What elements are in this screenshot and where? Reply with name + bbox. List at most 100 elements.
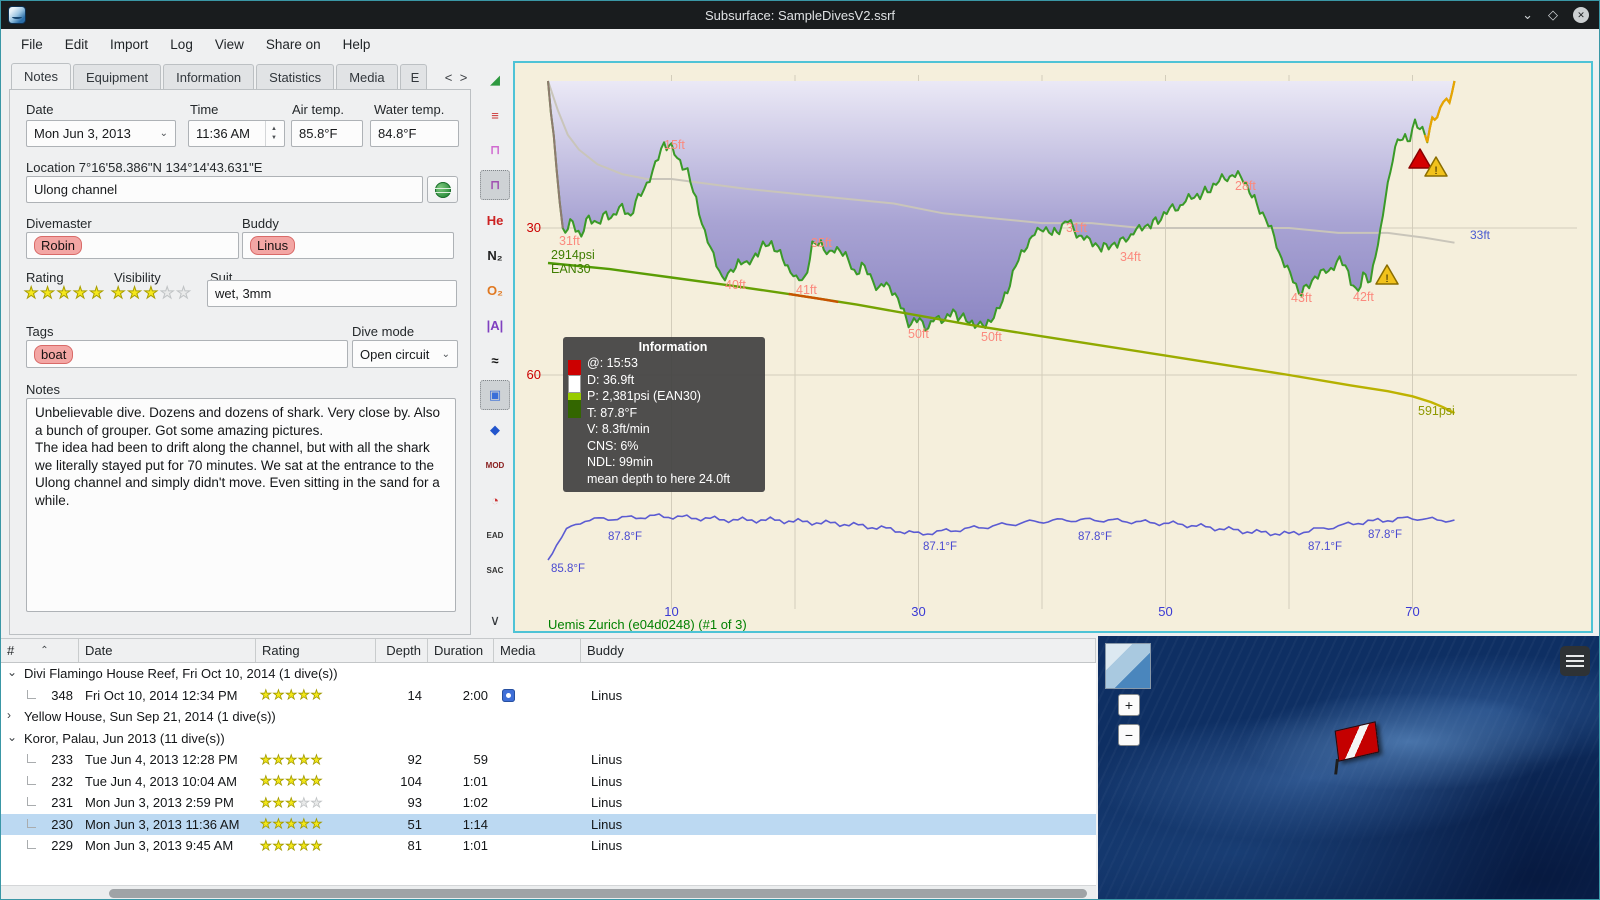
nitrogen-graph-icon[interactable]: N₂ — [480, 240, 510, 270]
dc-ceiling-icon[interactable]: ⊓ — [480, 135, 510, 165]
notes-textarea[interactable]: Unbelievable dive. Dozens and dozens of … — [26, 398, 456, 612]
scrollbar-thumb[interactable] — [109, 889, 1087, 898]
column-header-media[interactable]: Media — [494, 639, 581, 662]
collapse-icon[interactable]: ⌄ — [7, 665, 17, 679]
collapse-icon[interactable]: ⌄ — [7, 730, 17, 744]
expand-icon[interactable]: › — [7, 708, 11, 722]
ead-icon[interactable]: EAD — [480, 520, 510, 550]
divemaster-tag[interactable]: Robin — [34, 236, 82, 255]
star-icon[interactable]: ★ — [40, 283, 56, 303]
tank-pressure-icon[interactable]: ≡ — [480, 100, 510, 130]
star-icon[interactable]: ★ — [127, 283, 143, 303]
date-combobox[interactable]: Mon Jun 3, 2013 ⌄ — [26, 120, 176, 147]
dive-duration: 1:01 — [462, 773, 488, 789]
rating-stars[interactable]: ★ ★ ★ ★ ★ — [23, 283, 106, 303]
horizontal-scrollbar[interactable] — [1, 885, 1096, 899]
visibility-stars[interactable]: ★ ★ ★ ★ ★ — [110, 283, 193, 303]
ndl-icon[interactable]: ◔ — [480, 485, 510, 515]
menu-file[interactable]: File — [10, 32, 54, 57]
close-button[interactable]: ✕ — [1573, 7, 1589, 23]
photos-icon[interactable]: ▣ — [480, 380, 510, 410]
media-photo-icon[interactable] — [502, 688, 515, 702]
dive-row[interactable]: 231 Mon Jun 3, 2013 2:59 PM ★★★★★ 93 1:02 Lin… — [1, 792, 1096, 814]
menu-import[interactable]: Import — [99, 32, 159, 57]
dive-list-header: # ⌃ Date Rating Depth Duration Media Buddy — [1, 639, 1096, 663]
dive-rating-stars: ★★★★★ — [260, 687, 324, 703]
star-icon[interactable]: ★ — [56, 283, 73, 303]
dive-flag-marker[interactable] — [1334, 721, 1380, 762]
svg-text:31ft: 31ft — [559, 234, 580, 248]
menu-share-on[interactable]: Share on — [255, 32, 332, 57]
star-icon[interactable]: ★ — [160, 283, 176, 303]
toolbar-scroll-down-icon[interactable]: ∨ — [490, 612, 500, 631]
ruler-icon[interactable]: ◆ — [480, 415, 510, 445]
profile-terrain-icon[interactable]: ◢ — [480, 65, 510, 95]
tags-field[interactable]: boat — [26, 340, 348, 368]
menu-log[interactable]: Log — [159, 32, 204, 57]
column-header-duration[interactable]: Duration — [428, 639, 494, 662]
dive-depth: 14 — [407, 687, 422, 703]
trip-row[interactable]: ⌄ Koror, Palau, Jun 2013 (11 dive(s)) — [1, 728, 1096, 750]
helium-graph-icon[interactable]: He — [480, 205, 510, 235]
heartrate-icon[interactable]: ≈ — [480, 345, 510, 375]
divemode-combobox[interactable]: Open circuit ⌄ — [352, 340, 458, 368]
star-icon[interactable]: ★ — [143, 283, 160, 303]
map-location-button[interactable] — [427, 176, 458, 203]
map-overview-thumbnail[interactable] — [1105, 643, 1151, 689]
spinner-arrows-icon[interactable]: ▲ ▼ — [265, 121, 277, 146]
mod-icon[interactable]: MOD — [480, 450, 510, 480]
column-header-rating[interactable]: Rating — [256, 639, 376, 662]
notes-form: Date Time Air temp. Water temp. Mon Jun … — [9, 89, 471, 635]
menu-view[interactable]: View — [204, 32, 255, 57]
column-header-depth[interactable]: Depth — [376, 639, 428, 662]
map-menu-button[interactable] — [1560, 646, 1590, 676]
sac-icon[interactable]: SAC — [480, 555, 510, 585]
column-header-num[interactable]: # ⌃ — [1, 639, 79, 662]
dive-row[interactable]: 232 Tue Jun 4, 2013 10:04 AM ★★★★★ 104 1:01 L… — [1, 771, 1096, 793]
maximize-button[interactable]: ◇ — [1548, 7, 1558, 23]
tab-equipment[interactable]: Equipment — [72, 64, 162, 89]
watertemp-field[interactable]: 84.8°F — [370, 120, 459, 147]
tab-media[interactable]: Media — [336, 64, 398, 89]
trip-row[interactable]: ⌄ Divi Flamingo House Reef, Fri Oct 10, 2… — [1, 663, 1096, 685]
tab-statistics[interactable]: Statistics — [256, 64, 335, 89]
zoom-in-button[interactable]: + — [1118, 694, 1140, 716]
dive-profile-chart[interactable]: 15ft 28ft 31ft 35ft 40ft 41ft 31ft 34ft 50ft 50ft… — [513, 61, 1593, 633]
buddy-field[interactable]: Linus — [242, 232, 454, 259]
zoom-out-button[interactable]: − — [1118, 724, 1140, 746]
dive-row[interactable]: 233 Tue Jun 4, 2013 12:28 PM ★★★★★ 92 59 Linu… — [1, 749, 1096, 771]
airtemp-field[interactable]: 85.8°F — [291, 120, 363, 147]
svg-text:60: 60 — [527, 367, 541, 382]
menu-help[interactable]: Help — [332, 32, 382, 57]
calculated-ceiling-icon[interactable]: ⊓ — [480, 170, 510, 200]
svg-text:87.8°F: 87.8°F — [1368, 529, 1402, 541]
tab-scroll-right[interactable]: > — [456, 66, 471, 88]
star-icon[interactable]: ★ — [23, 283, 40, 303]
star-icon[interactable]: ★ — [176, 283, 192, 303]
dive-row[interactable]: 229 Mon Jun 3, 2013 9:45 AM ★★★★★ 81 1:01 Lin… — [1, 835, 1096, 857]
tab-notes[interactable]: Notes — [11, 63, 71, 89]
minimize-button[interactable]: ⌄ — [1522, 7, 1533, 23]
column-header-date[interactable]: Date — [79, 639, 256, 662]
tab-information[interactable]: Information — [163, 64, 255, 89]
dive-row[interactable]: 348 Fri Oct 10, 2014 12:34 PM ★★★★★ 14 2:00 L… — [1, 685, 1096, 707]
dive-row[interactable]: 230 Mon Jun 3, 2013 11:36 AM ★★★★★ 51 1:14 Li… — [1, 813, 1096, 835]
suit-field[interactable]: wet, 3mm — [207, 280, 457, 307]
oxygen-graph-icon[interactable]: O₂ — [480, 275, 510, 305]
map-panel[interactable]: + − — [1098, 636, 1599, 899]
titlebar[interactable]: Subsurface: SampleDivesV2.ssrf ⌄ ◇ ✕ — [1, 1, 1599, 29]
menu-edit[interactable]: Edit — [54, 32, 99, 57]
time-spinbox[interactable]: 11:36 AM ▲ ▼ — [188, 120, 285, 147]
star-icon[interactable]: ★ — [110, 283, 127, 303]
tab-e[interactable]: E — [399, 64, 427, 89]
star-icon[interactable]: ★ — [89, 283, 105, 303]
buddy-tag[interactable]: Linus — [250, 236, 296, 255]
tag-boat[interactable]: boat — [34, 344, 74, 364]
divemaster-field[interactable]: Robin — [26, 232, 239, 259]
star-icon[interactable]: ★ — [73, 283, 89, 303]
tab-scroll-left[interactable]: < — [441, 66, 456, 88]
location-field[interactable]: Ulong channel — [26, 176, 423, 203]
column-header-buddy[interactable]: Buddy — [581, 639, 1096, 662]
tissue-graph-icon[interactable]: |A| — [480, 310, 510, 340]
trip-row[interactable]: › Yellow House, Sun Sep 21, 2014 (1 dive(… — [1, 706, 1096, 728]
